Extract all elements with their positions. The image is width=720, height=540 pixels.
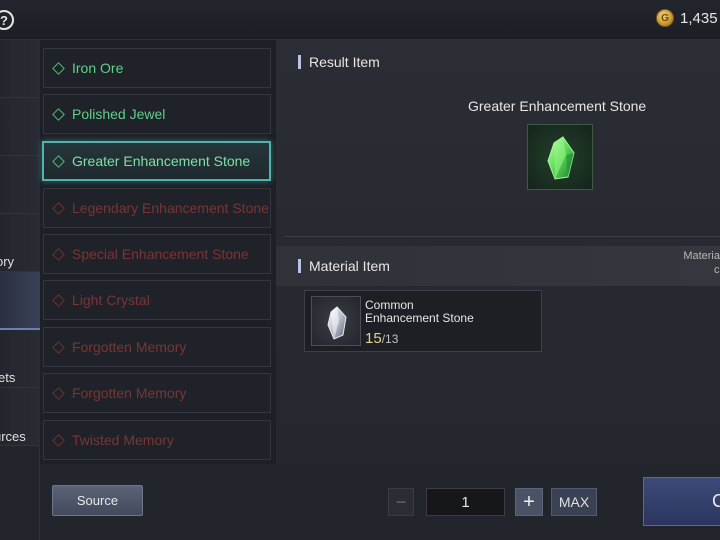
silver-crystal-icon — [327, 306, 347, 340]
diamond-icon — [52, 201, 65, 215]
section-divider — [284, 236, 720, 237]
recipe-label: Legendary Enhancement Stone — [72, 200, 269, 216]
material-note: Materia — [683, 250, 720, 262]
recipe-item-greater-enhancement-stone[interactable]: Greater Enhancement Stone — [42, 141, 271, 181]
top-bar: ? G 1,435 — [0, 0, 720, 40]
material-name-line1: Common — [365, 298, 414, 312]
nav-tab-4[interactable]: ory — [0, 214, 40, 272]
material-card[interactable]: Common Enhancement Stone 15/13 — [304, 290, 542, 352]
material-owned: 15 — [365, 330, 382, 347]
material-item-slot[interactable] — [311, 296, 361, 346]
material-name-line2: Enhancement Stone — [365, 311, 474, 325]
quantity-input[interactable] — [426, 488, 505, 516]
diamond-icon — [52, 433, 65, 447]
recipe-list: Iron Ore Polished Jewel Greater Enhancem… — [40, 40, 276, 464]
material-note-2: c — [714, 264, 720, 276]
quantity-decrease-button[interactable]: − — [388, 488, 414, 516]
recipe-label: Iron Ore — [72, 60, 124, 76]
gold-coin-icon: G — [656, 9, 674, 27]
detail-panel: Result Item Greater Enhancement Stone Ma… — [276, 40, 720, 464]
nav-tab-3[interactable] — [0, 156, 40, 214]
nav-tab-1[interactable] — [0, 40, 40, 98]
diamond-icon — [52, 386, 65, 400]
recipe-label: Forgotten Memory — [72, 385, 187, 401]
recipe-item-twisted-memory[interactable]: Twisted Memory — [43, 420, 271, 460]
nav-tab-label: ory — [0, 254, 15, 269]
quantity-max-button[interactable]: MAX — [551, 488, 597, 516]
currency-display: G 1,435 — [656, 9, 718, 27]
recipe-label: Twisted Memory — [72, 432, 174, 448]
recipe-label: Polished Jewel — [72, 106, 166, 122]
recipe-item-legendary-enhancement-stone[interactable]: Legendary Enhancement Stone — [43, 188, 271, 228]
recipe-item-forgotten-memory[interactable]: Forgotten Memory — [43, 327, 271, 367]
diamond-icon — [52, 247, 65, 261]
left-nav: ory ets urces — [0, 40, 40, 540]
green-crystal-icon — [547, 136, 575, 180]
material-required: /13 — [381, 332, 399, 346]
currency-amount: 1,435 — [680, 9, 718, 27]
recipe-item-polished-jewel[interactable]: Polished Jewel — [43, 94, 271, 134]
recipe-label: Light Crystal — [72, 292, 150, 308]
material-count: 15/13 — [365, 330, 398, 347]
source-button[interactable]: Source — [52, 485, 143, 516]
material-section-title: Material Item — [298, 259, 390, 273]
quantity-increase-button[interactable]: + — [515, 488, 543, 516]
recipe-item-forgotten-memory-2[interactable]: Forgotten Memory — [43, 373, 271, 413]
recipe-label: Special Enhancement Stone — [72, 246, 249, 262]
result-item-slot[interactable] — [527, 124, 593, 190]
nav-tab-6[interactable]: ets — [0, 330, 40, 388]
diamond-icon — [52, 154, 65, 168]
recipe-label: Greater Enhancement Stone — [72, 153, 251, 169]
nav-tab-label: urces — [0, 429, 26, 444]
recipe-label: Forgotten Memory — [72, 339, 187, 355]
craft-button[interactable]: C — [643, 477, 720, 526]
nav-tab-7[interactable]: urces — [0, 388, 40, 446]
nav-tab-label: ets — [0, 370, 16, 385]
nav-tab-5[interactable] — [0, 272, 40, 330]
diamond-icon — [52, 293, 65, 307]
diamond-icon — [52, 61, 65, 75]
result-item-name: Greater Enhancement Stone — [468, 98, 647, 114]
help-icon[interactable]: ? — [0, 10, 14, 30]
bottom-bar: Source − + MAX C — [40, 464, 720, 540]
recipe-item-special-enhancement-stone[interactable]: Special Enhancement Stone — [43, 234, 271, 274]
result-section-title: Result Item — [298, 55, 380, 69]
nav-tab-2[interactable] — [0, 98, 40, 156]
material-header: Material Item Materia c — [276, 246, 720, 286]
diamond-icon — [52, 107, 65, 121]
recipe-item-iron-ore[interactable]: Iron Ore — [43, 48, 271, 88]
recipe-item-light-crystal[interactable]: Light Crystal — [43, 280, 271, 320]
diamond-icon — [52, 340, 65, 354]
